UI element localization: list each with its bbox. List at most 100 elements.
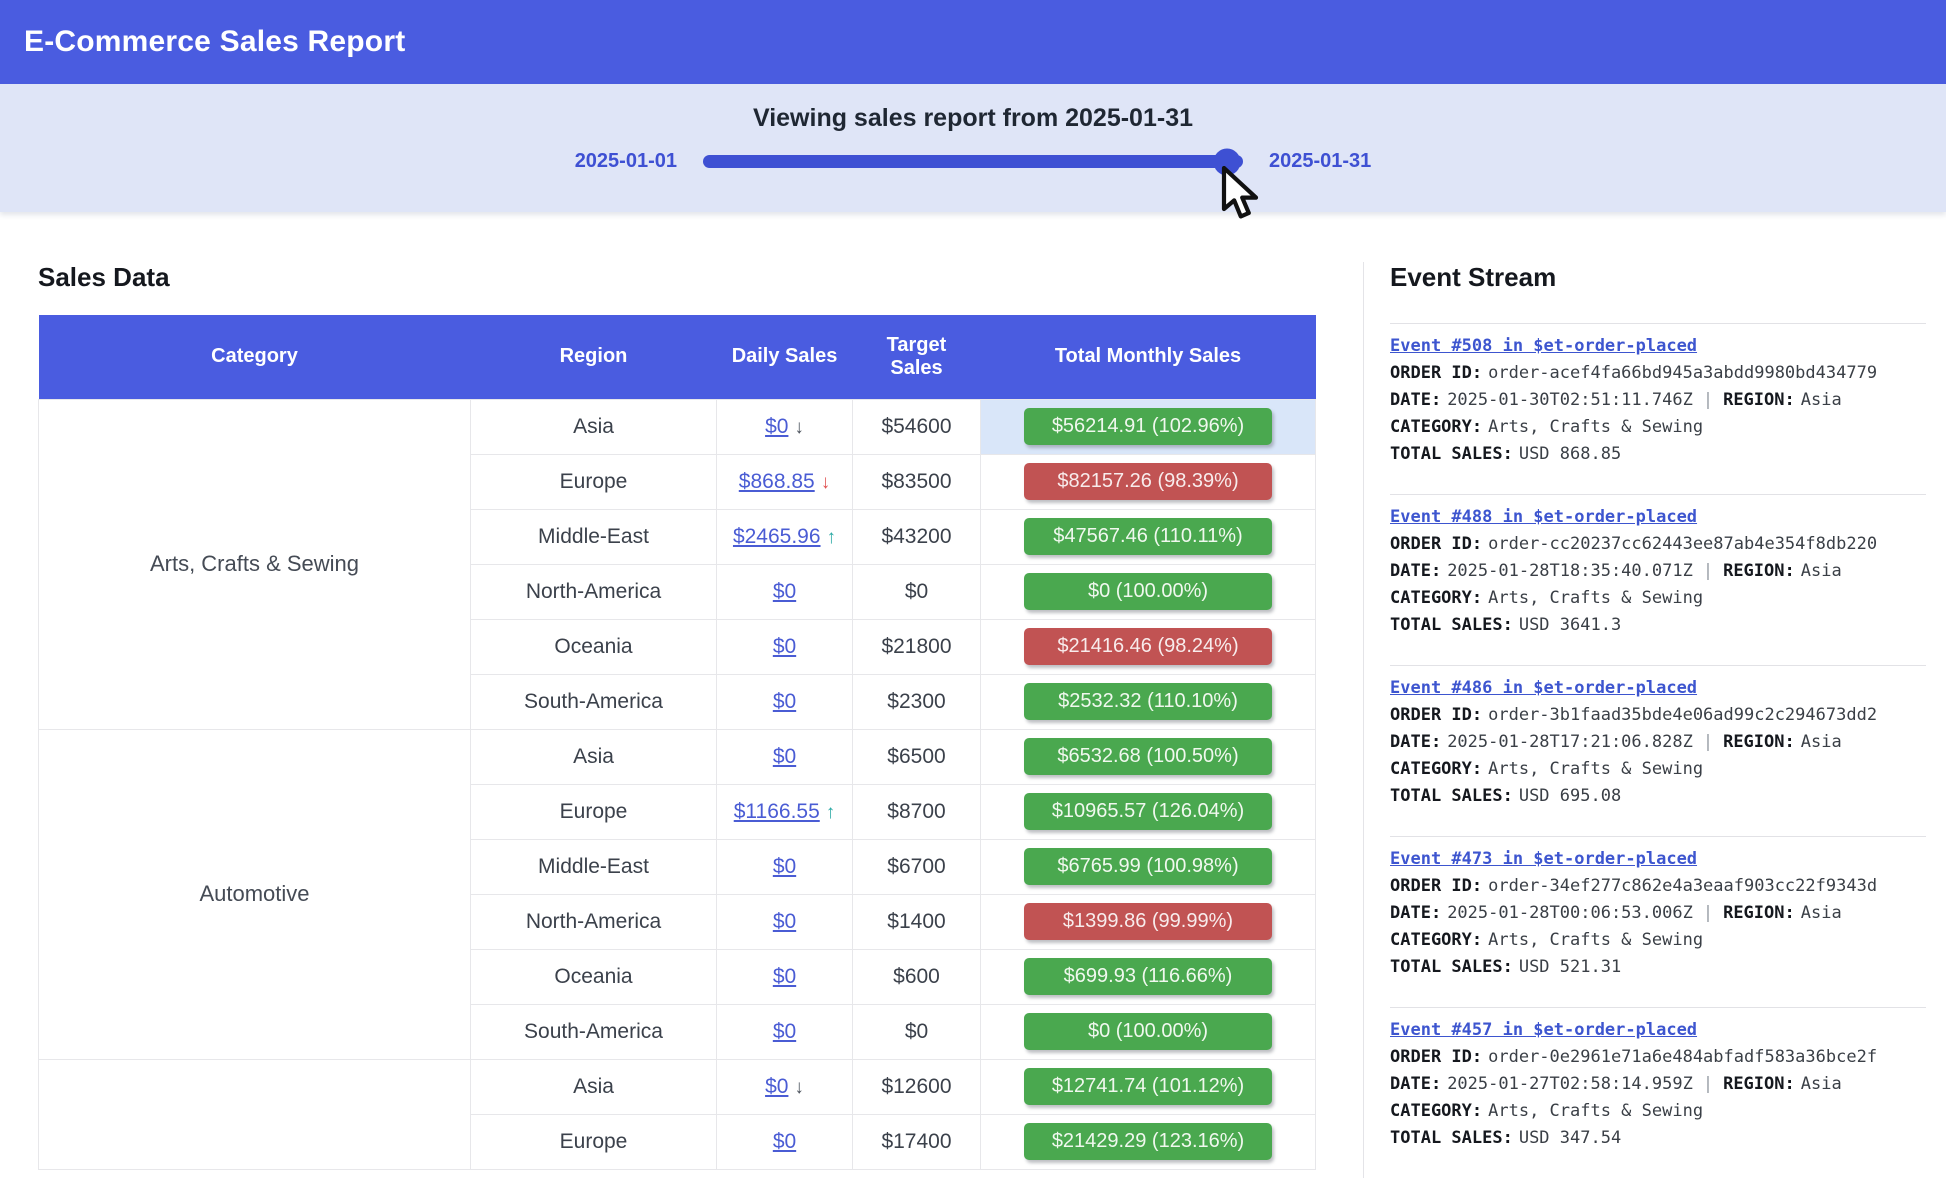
monthly-sales-cell: $12741.74 (101.12%) bbox=[981, 1059, 1316, 1114]
daily-sales-link[interactable]: $0 bbox=[773, 910, 796, 933]
daily-sales-link[interactable]: $2465.96 bbox=[733, 525, 821, 548]
monthly-sales-cell: $699.93 (116.66%) bbox=[981, 949, 1316, 1004]
daily-sales-link[interactable]: $0 bbox=[765, 415, 788, 438]
order-id-value: order-34ef277c862e4a3eaaf903cc22f9343d bbox=[1488, 876, 1877, 896]
monthly-sales-cell: $21429.29 (123.16%) bbox=[981, 1114, 1316, 1169]
monthly-sales-cell: $1399.86 (99.99%) bbox=[981, 894, 1316, 949]
event-total-line: TOTAL SALES:USD 868.85 bbox=[1390, 441, 1926, 468]
event-category-line: CATEGORY:Arts, Crafts & Sewing bbox=[1390, 756, 1926, 783]
total-sales-value: USD 347.54 bbox=[1519, 1128, 1621, 1148]
down-trend-arrow-icon: ↓ bbox=[821, 472, 831, 493]
monthly-sales-badge: $21416.46 (98.24%) bbox=[1024, 628, 1272, 665]
total-sales-value: USD 3641.3 bbox=[1519, 615, 1621, 635]
date-value: 2025-01-28T00:06:53.006Z bbox=[1447, 903, 1693, 923]
event-card: Event #486 in $et-order-placed ORDER ID:… bbox=[1390, 665, 1926, 836]
event-link[interactable]: Event #473 in $et-order-placed bbox=[1390, 849, 1697, 869]
sales-table-body: Arts, Crafts & SewingAsia $0↓ $54600 $56… bbox=[39, 399, 1316, 1169]
event-date-line: DATE:2025-01-27T02:58:14.959Z|REGION:Asi… bbox=[1390, 1071, 1926, 1098]
date-value: 2025-01-30T02:51:11.746Z bbox=[1447, 390, 1693, 410]
monthly-sales-badge: $12741.74 (101.12%) bbox=[1024, 1068, 1272, 1105]
event-total-line: TOTAL SALES:USD 695.08 bbox=[1390, 783, 1926, 810]
monthly-sales-cell: $6532.68 (100.50%) bbox=[981, 729, 1316, 784]
region-cell: Middle-East bbox=[471, 509, 717, 564]
category-label: CATEGORY: bbox=[1390, 417, 1482, 437]
event-card: Event #508 in $et-order-placed ORDER ID:… bbox=[1390, 323, 1926, 494]
category-value: Arts, Crafts & Sewing bbox=[1488, 1101, 1703, 1121]
daily-sales-cell: $0↓ bbox=[717, 399, 853, 454]
order-id-label: ORDER ID: bbox=[1390, 1047, 1482, 1067]
monthly-sales-badge: $0 (100.00%) bbox=[1024, 1013, 1272, 1050]
region-value: Asia bbox=[1801, 732, 1842, 752]
total-sales-label: TOTAL SALES: bbox=[1390, 444, 1513, 464]
daily-sales-link[interactable]: $0 bbox=[765, 1075, 788, 1098]
daily-sales-cell: $0 bbox=[717, 839, 853, 894]
daily-sales-link[interactable]: $0 bbox=[773, 745, 796, 768]
daily-sales-cell: $0 bbox=[717, 949, 853, 1004]
date-value: 2025-01-27T02:58:14.959Z bbox=[1447, 1074, 1693, 1094]
total-sales-label: TOTAL SALES: bbox=[1390, 957, 1513, 977]
category-cell: Automotive bbox=[39, 729, 471, 1059]
column-header-total-monthly-sales: Total Monthly Sales bbox=[981, 315, 1316, 399]
event-order-line: ORDER ID:order-34ef277c862e4a3eaaf903cc2… bbox=[1390, 873, 1926, 900]
date-slider-track[interactable] bbox=[703, 155, 1243, 168]
order-id-value: order-0e2961e71a6e484abfadf583a36bce2f bbox=[1488, 1047, 1877, 1067]
event-total-line: TOTAL SALES: USD 521.31 bbox=[1390, 954, 1926, 981]
daily-sales-link[interactable]: $0 bbox=[773, 635, 796, 658]
daily-sales-link[interactable]: $868.85 bbox=[739, 470, 815, 493]
pipe-separator: | bbox=[1703, 1074, 1713, 1094]
target-sales-cell: $21800 bbox=[853, 619, 981, 674]
monthly-sales-cell: $56214.91 (102.96%) bbox=[981, 399, 1316, 454]
page-title: E-Commerce Sales Report bbox=[24, 25, 405, 59]
target-sales-cell: $83500 bbox=[853, 454, 981, 509]
region-cell: Middle-East bbox=[471, 839, 717, 894]
sales-table-header: Category Region Daily Sales Target Sales… bbox=[39, 315, 1316, 399]
monthly-sales-cell: $47567.46 (110.11%) bbox=[981, 509, 1316, 564]
event-link[interactable]: Event #457 in $et-order-placed bbox=[1390, 1020, 1697, 1040]
total-sales-value: USD 521.31 bbox=[1519, 957, 1621, 977]
table-row: Arts, Crafts & SewingAsia $0↓ $54600 $56… bbox=[39, 399, 1316, 454]
target-sales-cell: $54600 bbox=[853, 399, 981, 454]
daily-sales-cell: $2465.96↑ bbox=[717, 509, 853, 564]
event-link[interactable]: Event #486 in $et-order-placed bbox=[1390, 678, 1697, 698]
date-label: DATE: bbox=[1390, 390, 1441, 410]
monthly-sales-cell: $0 (100.00%) bbox=[981, 1004, 1316, 1059]
daily-sales-link[interactable]: $0 bbox=[773, 965, 796, 988]
date-value: 2025-01-28T18:35:40.071Z bbox=[1447, 561, 1693, 581]
order-id-label: ORDER ID: bbox=[1390, 705, 1482, 725]
region-cell: North-America bbox=[471, 894, 717, 949]
target-sales-cell: $0 bbox=[853, 1004, 981, 1059]
up-trend-arrow-icon: ↑ bbox=[826, 802, 836, 823]
sales-data-section: Sales Data Category Region Daily Sales T… bbox=[38, 262, 1315, 1170]
region-value: Asia bbox=[1801, 903, 1842, 923]
daily-sales-link[interactable]: $0 bbox=[773, 690, 796, 713]
pipe-separator: | bbox=[1703, 732, 1713, 752]
daily-sales-link[interactable]: $1166.55 bbox=[734, 800, 820, 823]
event-card: Event #473 in $et-order-placed ORDER ID:… bbox=[1390, 836, 1926, 1007]
event-stream-heading: Event Stream bbox=[1390, 262, 1926, 293]
column-header-category: Category bbox=[39, 315, 471, 399]
date-label: DATE: bbox=[1390, 561, 1441, 581]
event-link[interactable]: Event #488 in $et-order-placed bbox=[1390, 507, 1697, 527]
target-sales-cell: $17400 bbox=[853, 1114, 981, 1169]
monthly-sales-badge: $2532.32 (110.10%) bbox=[1024, 683, 1272, 720]
daily-sales-link[interactable]: $0 bbox=[773, 1020, 796, 1043]
daily-sales-link[interactable]: $0 bbox=[773, 1130, 796, 1153]
daily-sales-link[interactable]: $0 bbox=[773, 855, 796, 878]
monthly-sales-badge: $47567.46 (110.11%) bbox=[1024, 518, 1272, 555]
monthly-sales-badge: $6532.68 (100.50%) bbox=[1024, 738, 1272, 775]
region-cell: South-America bbox=[471, 674, 717, 729]
event-link[interactable]: Event #508 in $et-order-placed bbox=[1390, 336, 1697, 356]
target-sales-cell: $8700 bbox=[853, 784, 981, 839]
order-id-value: order-cc20237cc62443ee87ab4e354f8db220 bbox=[1488, 534, 1877, 554]
date-slider-handle[interactable] bbox=[1213, 148, 1240, 175]
order-id-value: order-acef4fa66bd945a3abdd9980bd434779 bbox=[1488, 363, 1877, 383]
target-sales-cell: $43200 bbox=[853, 509, 981, 564]
daily-sales-link[interactable]: $0 bbox=[773, 580, 796, 603]
target-sales-cell: $6700 bbox=[853, 839, 981, 894]
event-category-line: CATEGORY:Arts, Crafts & Sewing bbox=[1390, 927, 1926, 954]
category-value: Arts, Crafts & Sewing bbox=[1488, 930, 1703, 950]
slider-title: Viewing sales report from 2025-01-31 bbox=[0, 104, 1946, 133]
region-label: REGION: bbox=[1723, 561, 1795, 581]
region-cell: Asia bbox=[471, 399, 717, 454]
region-cell: Europe bbox=[471, 784, 717, 839]
